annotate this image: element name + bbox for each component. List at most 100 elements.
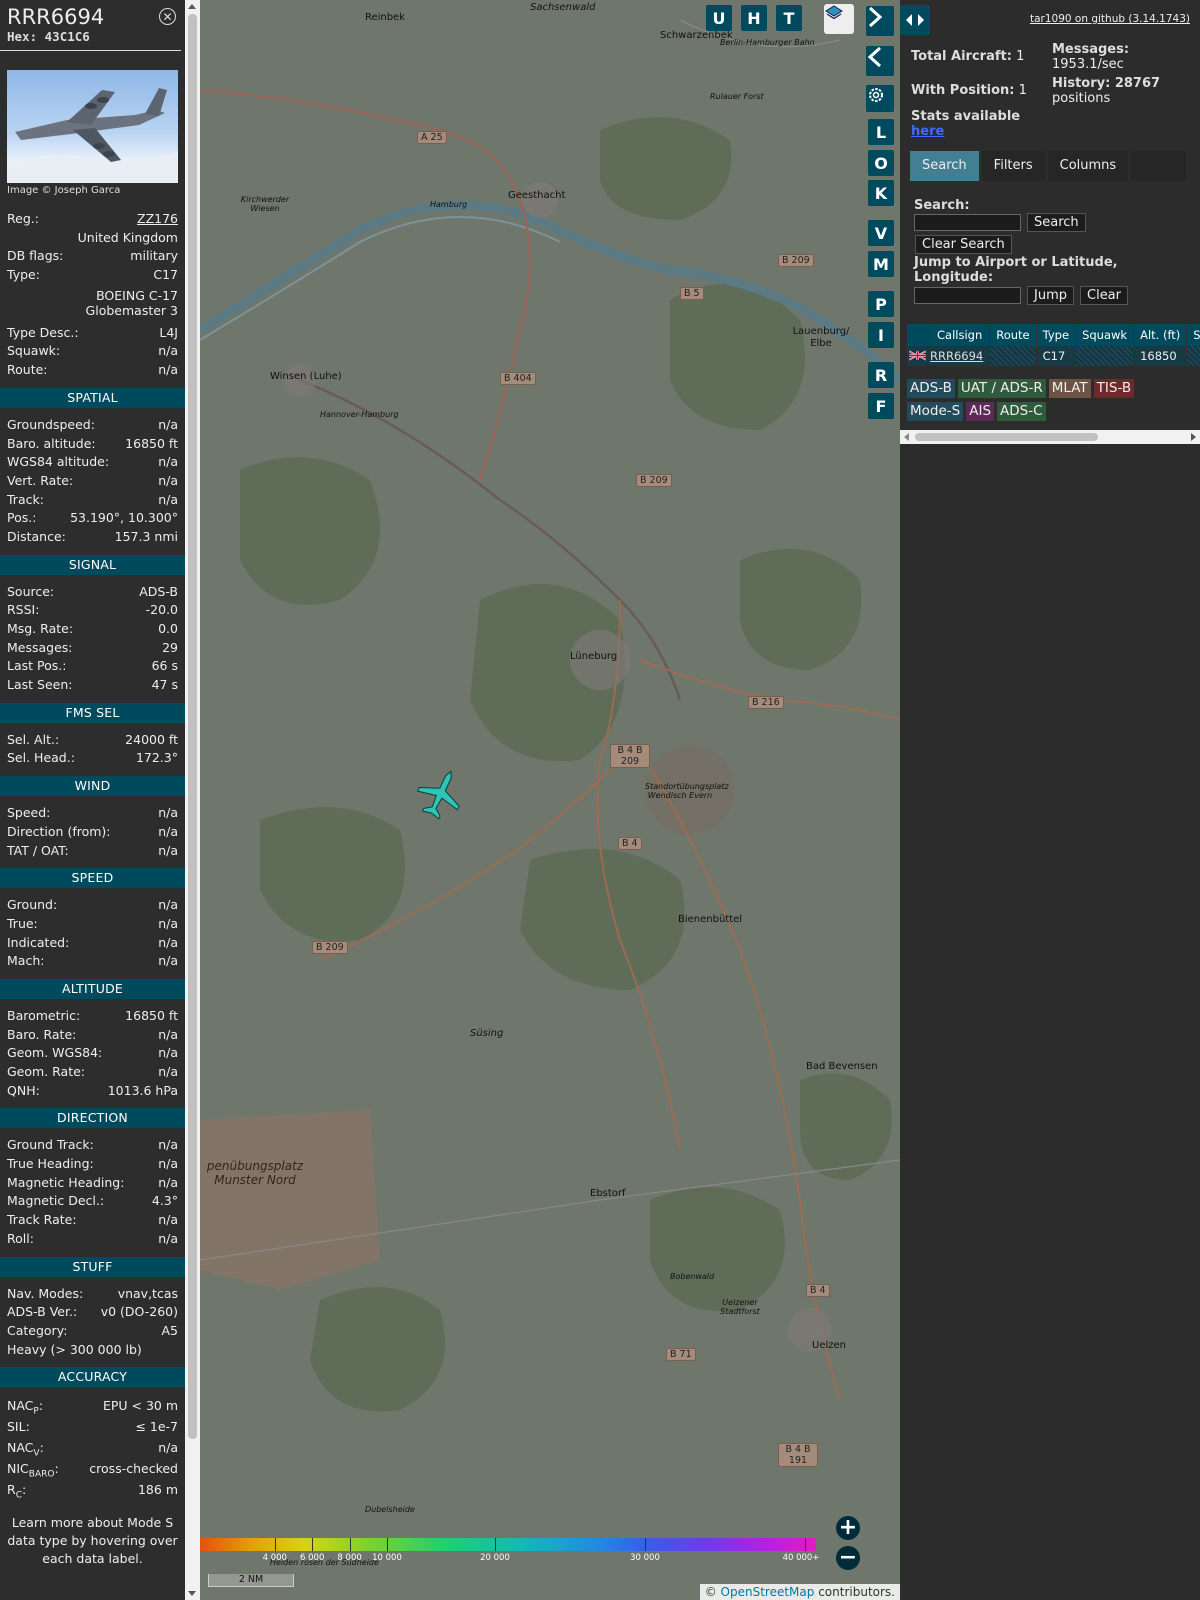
spatial-group: Groundspeed: n/a Baro. altitude: 16850 ft WG… (0, 416, 185, 547)
table-header-speed[interactable]: Spd (1187, 324, 1200, 346)
clear-search-button[interactable]: Clear Search (915, 235, 1012, 254)
map-button-m[interactable]: M (868, 251, 894, 277)
signal-label[interactable]: Msg. Rate: (7, 620, 73, 639)
direction-label[interactable]: Roll: (7, 1230, 34, 1249)
toggle-sidebar-icon[interactable] (900, 5, 930, 35)
tab-columns[interactable]: Columns (1047, 151, 1129, 181)
fms-label[interactable]: Sel. Alt.: (7, 731, 59, 750)
accuracy-label[interactable]: RC: (7, 1479, 26, 1501)
scroll-down-icon[interactable] (188, 1591, 196, 1596)
wind-label[interactable]: Direction (from): (7, 823, 111, 842)
table-row[interactable]: RRR6694 C17 16850 (907, 346, 1200, 366)
zoom-in-icon[interactable]: + (836, 1516, 860, 1540)
scroll-thumb[interactable] (915, 433, 1098, 441)
speed-label[interactable]: Ground: (7, 896, 57, 915)
jump-button[interactable]: Jump (1027, 286, 1074, 305)
accuracy-label[interactable]: NICBARO: (7, 1458, 59, 1480)
spatial-label[interactable]: Vert. Rate: (7, 472, 73, 491)
map-place-label: Uelzener Stadtforst (720, 1298, 760, 1317)
signal-label[interactable]: Source: (7, 583, 54, 602)
altitude-label[interactable]: QNH: (7, 1082, 40, 1101)
map-button-r[interactable]: R (868, 362, 894, 388)
map-button-l[interactable]: L (868, 119, 894, 145)
spatial-label[interactable]: Groundspeed: (7, 416, 95, 435)
signal-label[interactable]: Last Seen: (7, 676, 72, 695)
map-button-o[interactable]: O (868, 150, 894, 176)
spatial-label[interactable]: Distance: (7, 528, 66, 547)
speed-label[interactable]: Indicated: (7, 934, 69, 953)
altitude-label[interactable]: Barometric: (7, 1007, 80, 1026)
table-horizontal-scrollbar[interactable] (900, 430, 1200, 444)
scroll-thumb[interactable] (188, 14, 197, 1439)
speed-label[interactable]: True: (7, 915, 38, 934)
accuracy-label[interactable]: SIL: (7, 1416, 30, 1437)
table-header-type[interactable]: Type (1036, 324, 1077, 346)
direction-label[interactable]: Magnetic Heading: (7, 1174, 124, 1193)
callsign-cell[interactable]: RRR6694 (907, 346, 991, 366)
spatial-label[interactable]: Pos.: (7, 509, 36, 528)
stuff-label[interactable]: Nav. Modes: (7, 1285, 83, 1304)
direction-label[interactable]: Ground Track: (7, 1136, 94, 1155)
close-icon[interactable]: ✕ (159, 8, 176, 25)
table-header-route[interactable]: Route (990, 324, 1037, 346)
map-button-v[interactable]: V (868, 220, 894, 246)
table-header-callsign[interactable]: Callsign (930, 324, 991, 346)
search-button[interactable]: Search (1027, 213, 1086, 232)
accuracy-label[interactable]: NACV: (7, 1437, 44, 1459)
clear-button[interactable]: Clear (1080, 286, 1128, 305)
accuracy-label[interactable]: NACP: (7, 1395, 43, 1417)
wind-row: Speed: n/a (0, 804, 185, 823)
expand-right-icon[interactable] (866, 6, 894, 36)
stuff-label[interactable]: ADS-B Ver.: (7, 1303, 77, 1322)
spatial-label[interactable]: WGS84 altitude: (7, 453, 109, 472)
map-button-p[interactable]: P (868, 291, 894, 317)
spatial-row: Baro. altitude: 16850 ft (0, 435, 185, 454)
direction-label[interactable]: Magnetic Decl.: (7, 1192, 104, 1211)
registration-link[interactable]: ZZ176 (137, 210, 178, 229)
stats-link[interactable]: here (911, 124, 944, 139)
altitude-label[interactable]: Geom. Rate: (7, 1063, 85, 1082)
jump-input[interactable] (914, 287, 1021, 304)
direction-label[interactable]: True Heading: (7, 1155, 94, 1174)
altitude-row: Geom. WGS84: n/a (0, 1044, 185, 1063)
fms-label[interactable]: Sel. Head.: (7, 749, 75, 768)
info-panel-scrollbar[interactable] (185, 0, 200, 1600)
map-button-h[interactable]: H (741, 5, 767, 31)
table-header-squawk[interactable]: Squawk (1076, 324, 1135, 346)
map-button-k[interactable]: K (868, 180, 894, 206)
zoom-out-icon[interactable]: − (836, 1546, 860, 1570)
spatial-label[interactable]: Baro. altitude: (7, 435, 96, 454)
search-input[interactable] (914, 214, 1021, 231)
settings-gear-icon[interactable] (866, 85, 894, 112)
scroll-left-icon[interactable] (904, 433, 909, 441)
wind-label[interactable]: TAT / OAT: (7, 842, 69, 861)
signal-label[interactable]: RSSI: (7, 601, 39, 620)
tab-search[interactable]: Search (910, 151, 979, 181)
github-link[interactable]: tar1090 on github (3.14.1743) (1030, 13, 1190, 25)
altitude-label[interactable]: Geom. WGS84: (7, 1044, 102, 1063)
scroll-up-icon[interactable] (188, 4, 196, 9)
map-button-t[interactable]: T (776, 5, 802, 31)
scroll-right-icon[interactable] (1191, 433, 1196, 441)
aircraft-photo[interactable] (7, 70, 178, 183)
stuff-label[interactable]: Heavy (> 300 000 lb) (7, 1341, 142, 1360)
wind-label[interactable]: Speed: (7, 804, 50, 823)
table-header-altitude[interactable]: Alt. (ft) (1134, 324, 1188, 346)
signal-label[interactable]: Messages: (7, 639, 73, 658)
spatial-label[interactable]: Track: (7, 491, 44, 510)
collapse-left-icon[interactable] (866, 46, 894, 76)
map-button-i[interactable]: I (868, 322, 894, 348)
signal-row: RSSI: -20.0 (0, 601, 185, 620)
direction-label[interactable]: Track Rate: (7, 1211, 77, 1230)
speed-label[interactable]: Mach: (7, 952, 44, 971)
layers-icon[interactable] (824, 4, 854, 34)
altitude-label[interactable]: Baro. Rate: (7, 1026, 76, 1045)
map-button-f[interactable]: F (868, 393, 894, 419)
tab-filters[interactable]: Filters (981, 151, 1045, 181)
openstreetmap-link[interactable]: OpenStreetMap (721, 1585, 815, 1599)
map-view[interactable]: Reinbek Sachsenwald Schwarzenbek Berlin-Ham… (200, 0, 900, 1600)
map-button-u[interactable]: U (706, 5, 732, 31)
signal-label[interactable]: Last Pos.: (7, 657, 66, 676)
map-place-label: Hamburg (430, 200, 468, 209)
stuff-label[interactable]: Category: (7, 1322, 67, 1341)
